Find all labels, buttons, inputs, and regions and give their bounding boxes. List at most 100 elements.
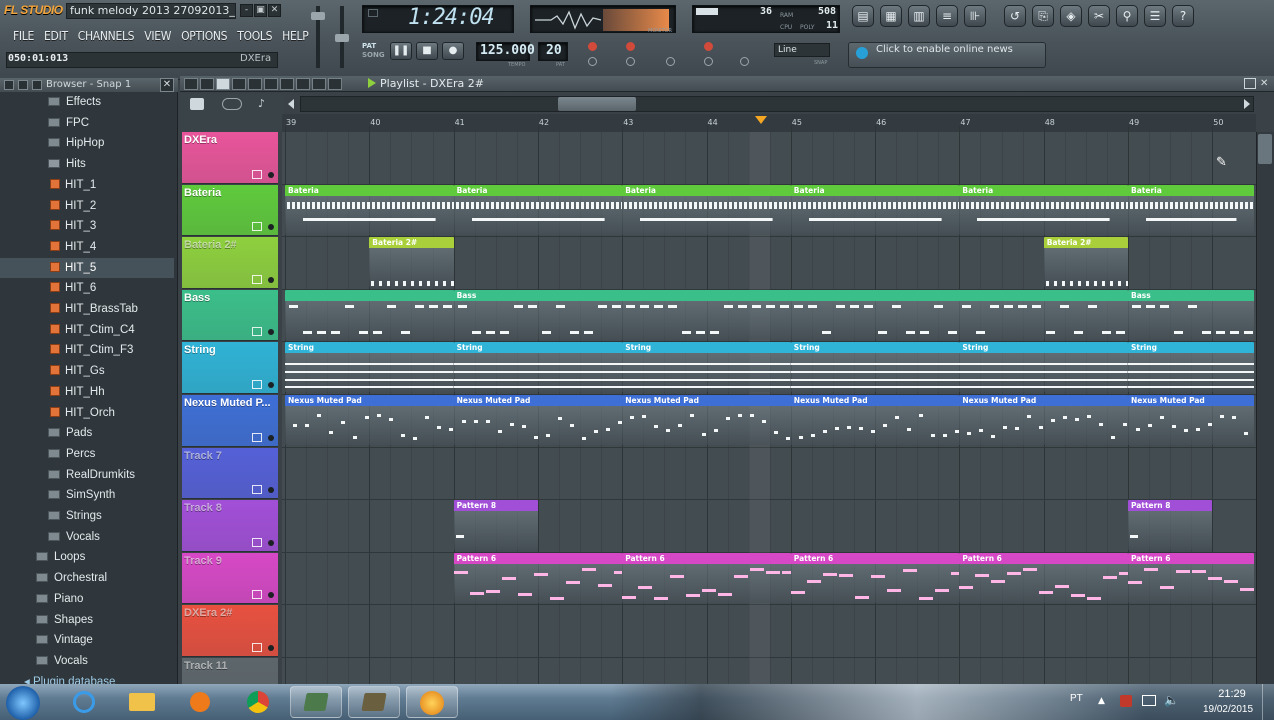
snap-selector[interactable]: Line: [774, 43, 830, 57]
browser-item[interactable]: FPC: [0, 113, 174, 133]
menu-file[interactable]: FILE: [8, 27, 39, 45]
pattern-clip[interactable]: Nexus Muted Pad: [790, 395, 960, 446]
record-button[interactable]: ●: [442, 42, 464, 60]
menu-edit[interactable]: EDIT: [39, 27, 73, 45]
horizontal-scrollbar[interactable]: [300, 96, 1254, 112]
pattern-clip[interactable]: Bateria: [285, 184, 454, 236]
track-header[interactable]: DXEra: [182, 132, 278, 184]
save-icon[interactable]: ⎘: [1032, 5, 1054, 27]
pause-button[interactable]: ❚❚: [390, 42, 412, 60]
browser-item[interactable]: HIT_Ctim_C4: [0, 320, 174, 340]
taskbar-fl-studio[interactable]: [406, 686, 458, 718]
typing-keyboard-icon[interactable]: [588, 42, 597, 51]
select-tool-icon[interactable]: [296, 78, 310, 90]
pattern-clip[interactable]: Bateria 2#: [1043, 237, 1128, 288]
mixer-window-icon[interactable]: ⊪: [964, 5, 986, 27]
pattern-clip[interactable]: [285, 289, 454, 341]
restore-button[interactable]: ▣: [254, 4, 267, 17]
pat-mode-label[interactable]: PAT: [362, 42, 376, 50]
magnet-icon[interactable]: [200, 78, 214, 90]
draw-tool-icon[interactable]: [216, 78, 230, 90]
pattern-clip[interactable]: Bateria: [790, 184, 960, 236]
track-header[interactable]: Track 7: [182, 447, 278, 500]
wait-icon[interactable]: [626, 57, 635, 66]
taskbar-app-1[interactable]: [290, 686, 342, 718]
browser-item[interactable]: Orchestral: [0, 568, 174, 588]
browser-item[interactable]: HIT_5: [0, 257, 174, 278]
pattern-clip[interactable]: String: [790, 342, 960, 393]
browser-item[interactable]: HIT_Gs: [0, 361, 174, 381]
track-header[interactable]: Track 8: [182, 500, 278, 552]
playlist-menu-icon[interactable]: [184, 78, 198, 90]
browser-menu-icon[interactable]: [4, 80, 14, 90]
menu-help[interactable]: HELP: [277, 27, 313, 45]
song-mode-label[interactable]: SONG: [362, 51, 385, 59]
vertical-scroll-thumb[interactable]: [1258, 134, 1272, 164]
pattern-clip[interactable]: Pattern 6: [622, 552, 791, 604]
pattern-clip[interactable]: Bateria: [959, 184, 1128, 236]
taskbar-media-player[interactable]: [174, 686, 226, 718]
track-select-icon[interactable]: [268, 644, 274, 651]
browser-item[interactable]: HIT_3: [0, 216, 174, 236]
pattern-clip[interactable]: Nexus Muted Pad: [1128, 395, 1255, 446]
track-mode-icon[interactable]: [252, 432, 262, 442]
show-desktop-button[interactable]: [1262, 684, 1274, 720]
track-mode-icon[interactable]: [252, 274, 262, 284]
zoom-tool-icon[interactable]: [312, 78, 326, 90]
browser-item[interactable]: Pads: [0, 423, 174, 443]
track-mode-icon[interactable]: [252, 590, 262, 600]
render-icon[interactable]: ◈: [1060, 5, 1082, 27]
countdown-icon[interactable]: [626, 42, 635, 51]
browser-item[interactable]: Loops: [0, 547, 174, 567]
taskbar-explorer[interactable]: [116, 686, 168, 718]
metronome-icon[interactable]: [588, 57, 597, 66]
track-select-icon[interactable]: [268, 329, 274, 336]
track-mode-icon[interactable]: [252, 642, 262, 652]
pattern-clip[interactable]: Bateria: [622, 184, 791, 236]
network-icon[interactable]: [1142, 695, 1156, 706]
delete-tool-icon[interactable]: [248, 78, 262, 90]
pattern-clip[interactable]: Pattern 8: [1128, 500, 1213, 551]
start-button[interactable]: [6, 686, 40, 720]
help-icon[interactable]: ?: [1172, 5, 1194, 27]
slice-tool-icon[interactable]: [280, 78, 294, 90]
track-header[interactable]: String: [182, 342, 278, 394]
taskbar-app-2[interactable]: [348, 686, 400, 718]
playback-tool-icon[interactable]: [328, 78, 342, 90]
vertical-scrollbar[interactable]: [1256, 132, 1274, 684]
playlist-close-icon[interactable]: ✕: [1260, 78, 1268, 89]
browser-collapse-icon[interactable]: [18, 80, 28, 90]
mute-tool-icon[interactable]: [264, 78, 278, 90]
show-hidden-icons[interactable]: ▲: [1098, 696, 1105, 706]
pattern-clip[interactable]: Bateria 2#: [369, 237, 454, 288]
track-select-icon[interactable]: [268, 171, 274, 178]
pattern-clip[interactable]: Pattern 6: [959, 552, 1128, 604]
minimize-button[interactable]: -: [240, 4, 253, 17]
browser-item[interactable]: HIT_BrassTab: [0, 299, 174, 319]
track-select-icon[interactable]: [268, 539, 274, 546]
clock-time[interactable]: 21:29: [1208, 688, 1256, 700]
browser-item[interactable]: HIT_4: [0, 237, 174, 257]
pattern-clip[interactable]: String: [453, 342, 623, 393]
paint-tool-icon[interactable]: [232, 78, 246, 90]
pattern-clip[interactable]: Bateria: [1128, 184, 1255, 236]
volume-icon[interactable]: 🔈: [1164, 693, 1179, 707]
browser-item[interactable]: HIT_6: [0, 278, 174, 298]
browser-item[interactable]: Piano: [0, 589, 174, 609]
pattern-clip[interactable]: String: [1128, 342, 1255, 393]
browser-window-icon[interactable]: ≡: [936, 5, 958, 27]
step-edit-icon[interactable]: [666, 57, 675, 66]
track-header[interactable]: Bateria: [182, 184, 278, 237]
scroll-left-icon[interactable]: [288, 99, 294, 109]
language-indicator[interactable]: PT: [1070, 693, 1083, 704]
track-select-icon[interactable]: [268, 224, 274, 231]
track-select-icon[interactable]: [268, 592, 274, 599]
pattern-clip[interactable]: Nexus Muted Pad: [959, 395, 1128, 446]
search-icon[interactable]: ⚲: [1116, 5, 1138, 27]
browser-snap-icon[interactable]: [32, 80, 42, 90]
automation-icon[interactable]: ♪: [258, 98, 270, 110]
pattern-clip[interactable]: Pattern 6: [1128, 552, 1255, 604]
undo-icon[interactable]: ↺: [1004, 5, 1026, 27]
track-mode-icon[interactable]: [252, 537, 262, 547]
browser-item[interactable]: Vocals: [0, 527, 174, 547]
